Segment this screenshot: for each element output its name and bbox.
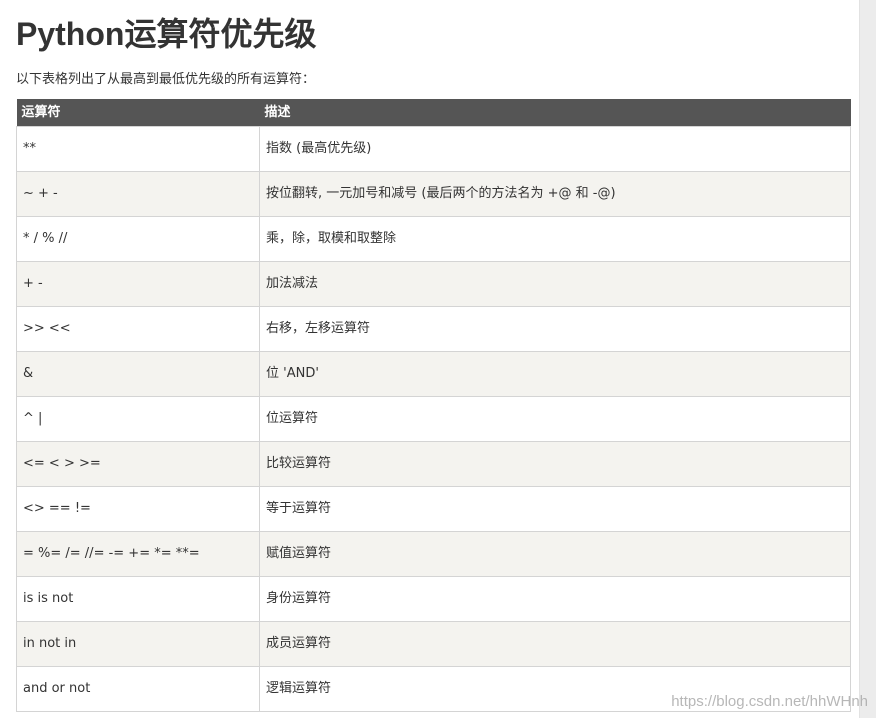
description-cell: 位运算符 <box>259 396 851 442</box>
table-row: is is not 身份运算符 <box>16 576 851 622</box>
description-cell: 比较运算符 <box>259 441 851 487</box>
table-row: * / % // 乘，除，取模和取整除 <box>16 216 851 262</box>
operator-cell: & <box>16 351 260 397</box>
column-header-operator: 运算符 <box>16 99 260 127</box>
description-cell: 成员运算符 <box>259 621 851 667</box>
operator-cell: ** <box>16 126 260 172</box>
description-cell: 乘，除，取模和取整除 <box>259 216 851 262</box>
description-cell: 指数 (最高优先级) <box>259 126 851 172</box>
table-row: <= < > >= 比较运算符 <box>16 441 851 487</box>
operator-cell: <> == != <box>16 486 260 532</box>
table-row: + - 加法减法 <box>16 261 851 307</box>
operator-cell: and or not <box>16 666 260 712</box>
operator-cell: is is not <box>16 576 260 622</box>
watermark-text: https://blog.csdn.net/hhWHnh <box>671 693 868 710</box>
operator-cell: >> << <box>16 306 260 352</box>
description-cell: 等于运算符 <box>259 486 851 532</box>
table-row: ~ + - 按位翻转, 一元加号和减号 (最后两个的方法名为 +@ 和 -@) <box>16 171 851 217</box>
column-header-description: 描述 <box>259 99 851 127</box>
table-header-row: 运算符 描述 <box>16 99 851 127</box>
table-row: >> << 右移，左移运算符 <box>16 306 851 352</box>
operator-cell: * / % // <box>16 216 260 262</box>
page-title: Python运算符优先级 <box>16 16 317 52</box>
operator-precedence-table: 运算符 描述 ** 指数 (最高优先级) ~ + - 按位翻转, 一元加号和减号… <box>16 99 851 712</box>
table-row: ^ | 位运算符 <box>16 396 851 442</box>
intro-text: 以下表格列出了从最高到最低优先级的所有运算符： <box>16 72 316 87</box>
table-row: ** 指数 (最高优先级) <box>16 126 851 172</box>
operator-cell: = %= /= //= -= += *= **= <box>16 531 260 577</box>
article-page: Python运算符优先级 以下表格列出了从最高到最低优先级的所有运算符： 运算符… <box>0 0 860 718</box>
description-cell: 位 'AND' <box>259 351 851 397</box>
operator-cell: <= < > >= <box>16 441 260 487</box>
description-cell: 身份运算符 <box>259 576 851 622</box>
operator-cell: in not in <box>16 621 260 667</box>
table-row: in not in 成员运算符 <box>16 621 851 667</box>
table-row: & 位 'AND' <box>16 351 851 397</box>
description-cell: 按位翻转, 一元加号和减号 (最后两个的方法名为 +@ 和 -@) <box>259 171 851 217</box>
operator-cell: ~ + - <box>16 171 260 217</box>
operator-cell: ^ | <box>16 396 260 442</box>
description-cell: 赋值运算符 <box>259 531 851 577</box>
description-cell: 加法减法 <box>259 261 851 307</box>
table-row: <> == != 等于运算符 <box>16 486 851 532</box>
operator-cell: + - <box>16 261 260 307</box>
description-cell: 右移，左移运算符 <box>259 306 851 352</box>
table-row: = %= /= //= -= += *= **= 赋值运算符 <box>16 531 851 577</box>
